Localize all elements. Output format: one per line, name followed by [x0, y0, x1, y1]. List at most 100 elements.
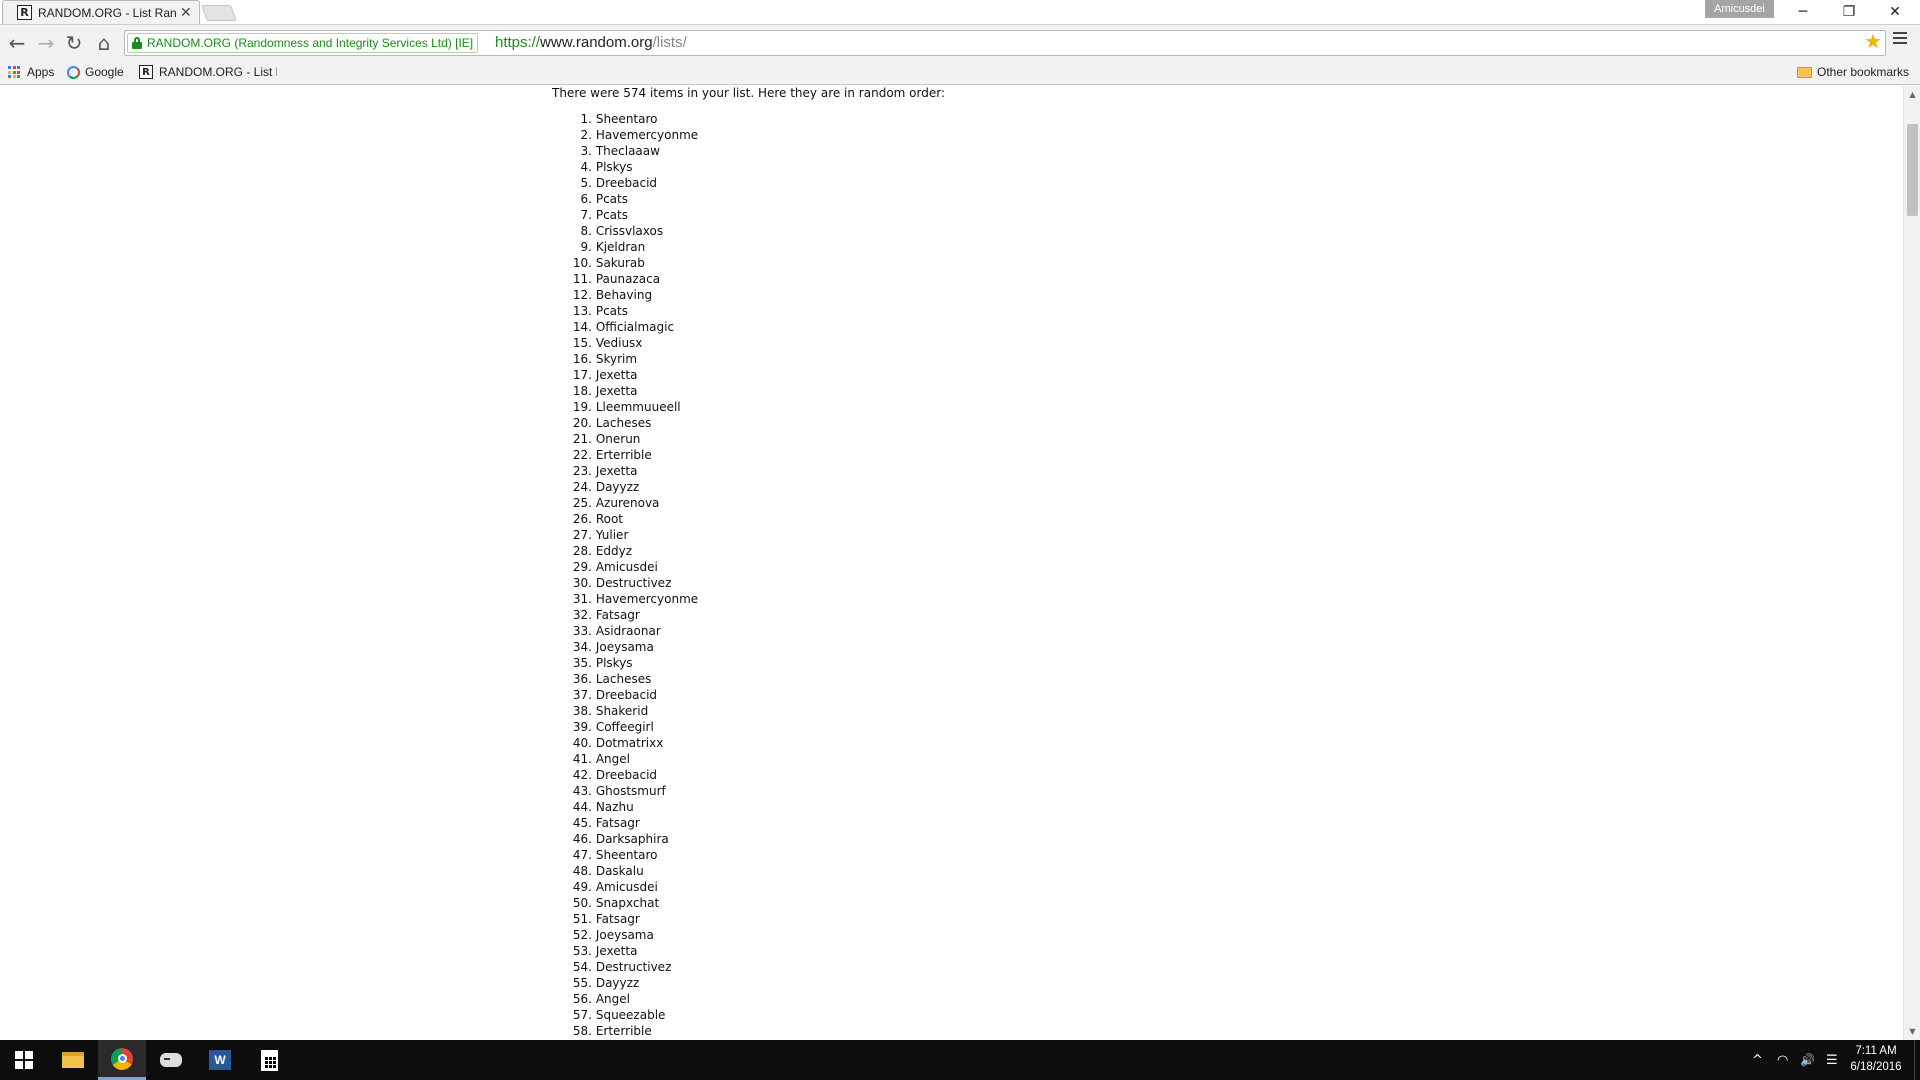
list-item-text: Erterrible — [595, 1024, 652, 1038]
list-item: 55. Dayyzz — [552, 975, 698, 991]
list-item-number: 23. — [572, 464, 592, 478]
list-item-text: Amicusdei — [595, 560, 658, 574]
url-text[interactable]: https://www.random.org/lists/ — [495, 33, 687, 53]
list-item: 11. Paunazaca — [552, 271, 698, 287]
bookmark-star-icon[interactable]: ★ — [1864, 29, 1882, 53]
list-item-text: Joeysama — [595, 928, 654, 942]
network-icon[interactable]: ◠ — [1777, 1040, 1788, 1080]
list-item-number: 9. — [580, 240, 592, 254]
restore-button[interactable]: ❐ — [1826, 0, 1872, 24]
profile-button[interactable]: Amicusdei — [1705, 0, 1774, 18]
list-item-text: Pcats — [595, 208, 628, 222]
list-item-number: 48. — [572, 864, 592, 878]
url-scheme: https:// — [495, 34, 541, 51]
list-item: 33. Asidraonar — [552, 623, 698, 639]
bookmark-other[interactable]: Other bookmarks — [1797, 63, 1909, 81]
close-window-button[interactable]: ✕ — [1872, 0, 1918, 24]
list-item: 28. Eddyz — [552, 543, 698, 559]
security-chip[interactable]: RANDOM.ORG (Randomness and Integrity Ser… — [127, 33, 479, 53]
list-item-number: 20. — [572, 416, 592, 430]
list-item: 21. Onerun — [552, 431, 698, 447]
list-item-number: 10. — [572, 256, 592, 270]
list-item-number: 43. — [572, 784, 592, 798]
chrome-menu-icon[interactable] — [1893, 32, 1907, 47]
list-item-number: 25. — [572, 496, 592, 510]
taskbar-chrome[interactable] — [98, 1040, 146, 1080]
list-item-text: Joeysama — [595, 640, 654, 654]
list-item: 22. Erterrible — [552, 447, 698, 463]
title-bar: R RANDOM.ORG - List Randomizer ✕ Amicusd… — [0, 0, 1920, 24]
forward-button[interactable]: → — [34, 31, 58, 55]
bookmark-apps[interactable]: Apps — [8, 63, 54, 81]
list-item: 35. Plskys — [552, 655, 698, 671]
list-item: 24. Dayyzz — [552, 479, 698, 495]
list-item-text: Lleemmuueell — [595, 400, 681, 414]
new-tab-button[interactable] — [201, 5, 237, 21]
taskbar-word[interactable]: W — [196, 1040, 244, 1080]
list-item-number: 16. — [572, 352, 592, 366]
list-item-number: 33. — [572, 624, 592, 638]
list-item: 20. Lacheses — [552, 415, 698, 431]
browser-tab[interactable]: R RANDOM.ORG - List Randomizer ✕ — [2, 0, 200, 24]
folder-icon — [1797, 66, 1812, 78]
list-item-text: Jexetta — [595, 368, 638, 382]
tray-show-hidden-icon[interactable]: ^ — [1752, 1040, 1763, 1080]
list-item-text: Havemercyonme — [595, 592, 699, 606]
windows-taskbar: W ^ ◠ 🔊 ☰ 7:11 AM 6/18/2016 — [0, 1040, 1920, 1080]
reload-button[interactable]: ↻ — [62, 31, 86, 55]
tab-close-icon[interactable]: ✕ — [180, 5, 192, 21]
taskbar-calculator[interactable] — [245, 1040, 293, 1080]
taskbar-file-explorer[interactable] — [49, 1040, 97, 1080]
list-item-number: 49. — [572, 880, 592, 894]
list-item-text: Destructivez — [595, 576, 672, 590]
list-item-number: 55. — [572, 976, 592, 990]
address-bar[interactable]: RANDOM.ORG (Randomness and Integrity Ser… — [124, 30, 1886, 56]
list-item-text: Lacheses — [595, 416, 652, 430]
windows-start-icon — [15, 1051, 33, 1069]
result-intro-text: There were 574 items in your list. Here … — [552, 86, 945, 100]
start-button[interactable] — [0, 1040, 48, 1080]
scrollbar-thumb[interactable] — [1907, 124, 1918, 216]
list-item: 6. Pcats — [552, 191, 698, 207]
list-item-text: Vediusx — [595, 336, 643, 350]
list-item-text: Kjeldran — [595, 240, 646, 254]
list-item-number: 6. — [580, 192, 592, 206]
list-item: 54. Destructivez — [552, 959, 698, 975]
bookmark-google[interactable]: Google — [67, 63, 124, 81]
bookmark-random-org[interactable]: R RANDOM.ORG - List Ra — [139, 63, 277, 81]
list-item-text: Fatsagr — [595, 912, 640, 926]
bookmark-random-org-label: RANDOM.ORG - List Ra — [159, 65, 277, 79]
list-item-number: 42. — [572, 768, 592, 782]
page-scrollbar[interactable]: ▲ ▼ — [1903, 86, 1920, 1040]
list-item-number: 44. — [572, 800, 592, 814]
scroll-up-arrow-icon[interactable]: ▲ — [1904, 86, 1920, 103]
list-item-number: 40. — [572, 736, 592, 750]
list-item-number: 3. — [580, 144, 592, 158]
list-item-text: Snapxchat — [595, 896, 660, 910]
bookmark-other-label: Other bookmarks — [1817, 65, 1910, 79]
show-desktop-button[interactable] — [1914, 1040, 1920, 1080]
list-item: 36. Lacheses — [552, 671, 698, 687]
list-item: 16. Skyrim — [552, 351, 698, 367]
scroll-down-arrow-icon[interactable]: ▼ — [1904, 1023, 1920, 1040]
list-item: 53. Jexetta — [552, 943, 698, 959]
minimize-button[interactable]: ─ — [1780, 0, 1826, 24]
volume-icon[interactable]: 🔊 — [1800, 1040, 1815, 1080]
browser-toolbar: ← → ↻ ⌂ RANDOM.ORG (Randomness and Integ… — [0, 24, 1920, 60]
list-item-text: Shakerid — [595, 704, 649, 718]
taskbar-clock[interactable]: 7:11 AM 6/18/2016 — [1842, 1043, 1910, 1075]
list-item-number: 37. — [572, 688, 592, 702]
back-button[interactable]: ← — [5, 31, 29, 55]
list-item-text: Squeezable — [595, 1008, 666, 1022]
list-item: 47. Sheentaro — [552, 847, 698, 863]
taskbar-game[interactable] — [147, 1040, 195, 1080]
list-item-number: 28. — [572, 544, 592, 558]
list-item-text: Dreebacid — [595, 768, 658, 782]
action-center-icon[interactable]: ☰ — [1826, 1040, 1838, 1080]
security-label: RANDOM.ORG (Randomness and Integrity Ser… — [147, 36, 474, 50]
list-item: 49. Amicusdei — [552, 879, 698, 895]
home-button[interactable]: ⌂ — [92, 31, 116, 55]
list-item-text: Sheentaro — [595, 848, 658, 862]
list-item-number: 7. — [580, 208, 592, 222]
google-icon — [67, 65, 80, 79]
